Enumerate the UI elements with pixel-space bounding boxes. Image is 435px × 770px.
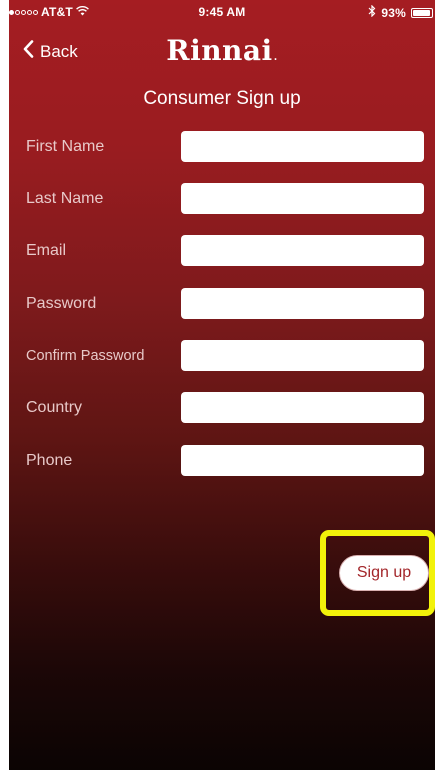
password-label: Password (26, 295, 97, 312)
phone-row: Phone (9, 445, 435, 477)
password-field[interactable] (181, 288, 424, 319)
logo-dot: . (273, 52, 278, 63)
last-name-field[interactable] (181, 183, 424, 214)
confirm-password-field[interactable] (181, 340, 424, 371)
country-row: Country (9, 392, 435, 424)
email-field[interactable] (181, 235, 424, 266)
phone-field[interactable] (181, 445, 424, 476)
logo-text: Rinnai (166, 34, 273, 67)
status-bar: AT&T 9:45 AM 93% (9, 0, 435, 28)
password-row: Password (9, 288, 435, 320)
status-right: 93% (368, 4, 433, 20)
last-name-row: Last Name (9, 183, 435, 215)
bluetooth-icon (368, 4, 376, 20)
country-label: Country (26, 399, 83, 416)
battery-icon (411, 7, 433, 18)
confirm-password-row: Confirm Password (9, 340, 435, 372)
sign-up-button[interactable]: Sign up (339, 555, 429, 591)
nav-bar: Back Rinnai. (9, 28, 435, 78)
battery-percent: 93% (381, 5, 406, 20)
email-label: Email (26, 242, 67, 259)
country-field[interactable] (181, 392, 424, 423)
first-name-field[interactable] (181, 131, 424, 162)
app-screen: AT&T 9:45 AM 93% Back Rinnai. Consumer S… (9, 0, 435, 770)
phone-label: Phone (26, 452, 73, 469)
last-name-label: Last Name (26, 190, 104, 207)
confirm-password-label: Confirm Password (26, 348, 145, 364)
email-row: Email (9, 235, 435, 267)
first-name-label: First Name (26, 138, 105, 155)
first-name-row: First Name (9, 131, 435, 163)
rinnai-logo: Rinnai. (9, 34, 435, 67)
page-title: Consumer Sign up (143, 88, 301, 109)
